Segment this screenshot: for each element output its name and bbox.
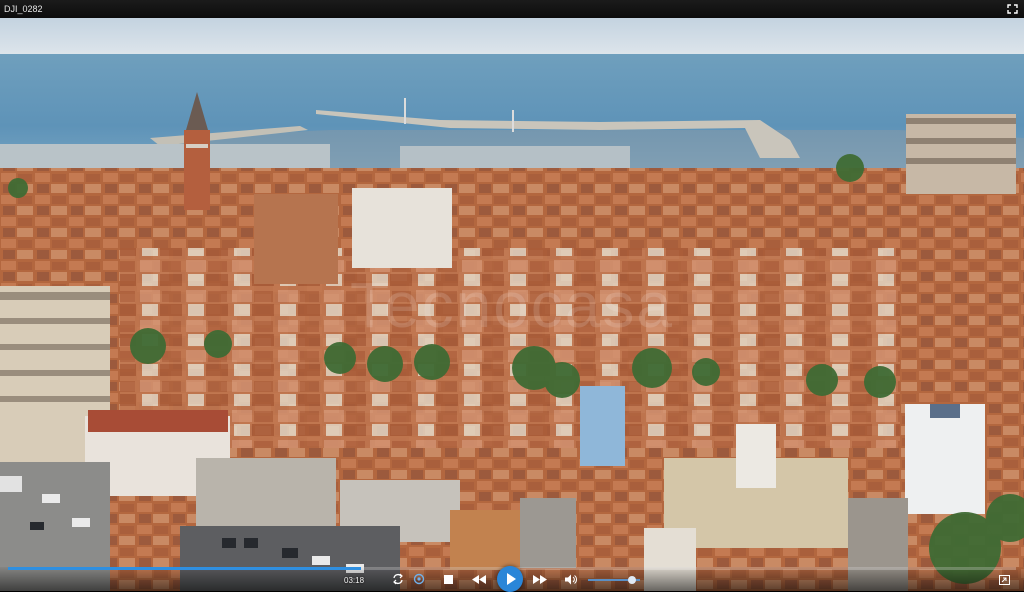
stop-icon[interactable] (444, 575, 453, 584)
repeat-icon[interactable] (392, 573, 404, 585)
video-player-window: DJI_0282 Tecnocasa 03:18 (0, 0, 1024, 592)
next-icon[interactable] (533, 575, 547, 584)
previous-icon[interactable] (472, 575, 486, 584)
play-button[interactable] (497, 566, 523, 592)
video-title: DJI_0282 (4, 4, 43, 14)
settings-icon[interactable] (413, 573, 425, 585)
volume-icon[interactable] (565, 574, 577, 585)
volume-slider[interactable] (588, 576, 640, 584)
video-frame[interactable]: Tecnocasa (0, 18, 1024, 591)
current-time: 03:18 (344, 576, 365, 585)
play-icon (507, 573, 516, 585)
exit-fullscreen-icon[interactable] (999, 575, 1010, 585)
watermark-text: Tecnocasa (350, 269, 674, 341)
seek-bar-fill (8, 567, 361, 570)
fullscreen-icon[interactable] (1007, 4, 1018, 14)
title-bar: DJI_0282 (0, 0, 1024, 18)
